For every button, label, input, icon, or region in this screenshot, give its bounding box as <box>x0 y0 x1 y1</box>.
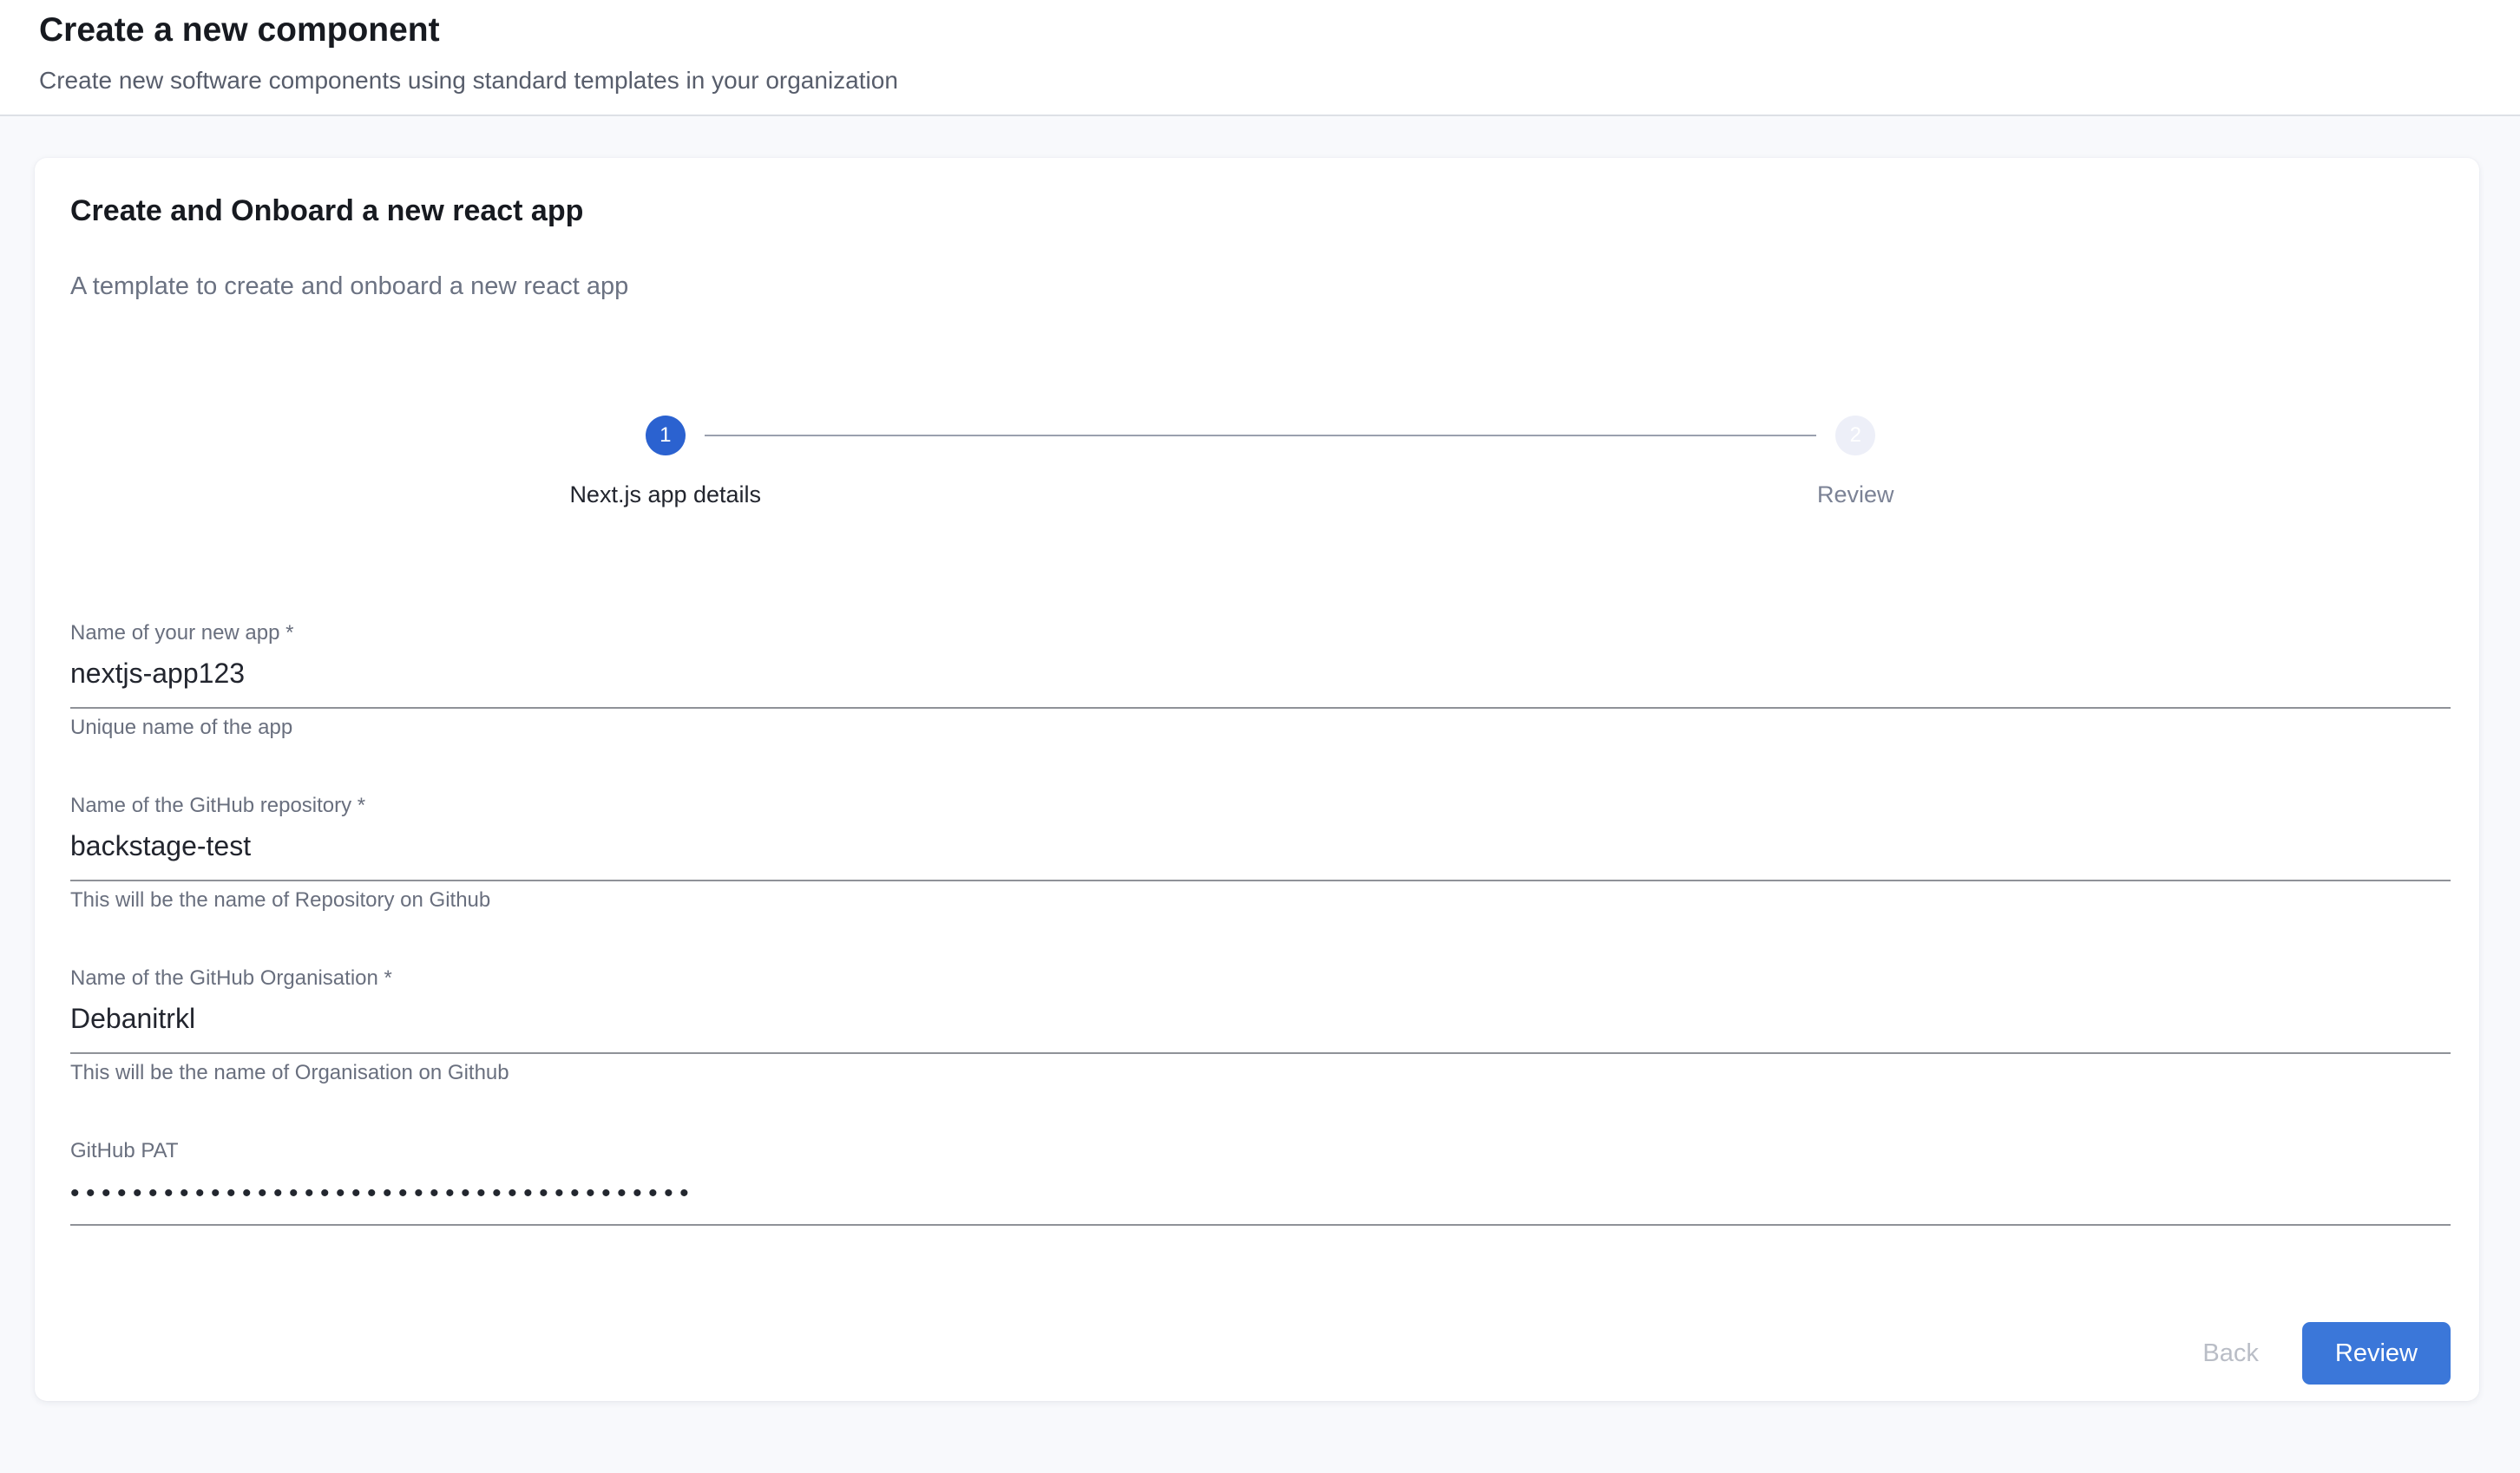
page-header: Create a new component Create new softwa… <box>0 0 2520 116</box>
step-1-indicator: 1 <box>646 416 686 455</box>
step-connector-line <box>705 435 1817 436</box>
card-title: Create and Onboard a new react app <box>70 158 2451 226</box>
template-wizard-card: Create and Onboard a new react app A tem… <box>35 158 2479 1401</box>
field-github-pat-label: GitHub PAT <box>70 1141 2451 1162</box>
step-1-label: Next.js app details <box>569 483 761 507</box>
wizard-stepper: 1 Next.js app details 2 Review <box>70 416 2451 507</box>
review-button[interactable]: Review <box>2302 1322 2451 1385</box>
step-2-indicator: 2 <box>1835 416 1875 455</box>
app-details-form: Name of your new app * Unique name of th… <box>70 623 2451 1226</box>
field-repo-name-helper: This will be the name of Repository on G… <box>70 890 2451 911</box>
github-pat-input[interactable] <box>70 1162 2451 1226</box>
page-title: Create a new component <box>39 0 2520 49</box>
step-2-label: Review <box>1817 483 1894 507</box>
app-name-input[interactable] <box>70 644 2451 709</box>
field-org-name-label: Name of the GitHub Organisation * <box>70 968 2451 989</box>
back-button[interactable]: Back <box>2202 1339 2258 1368</box>
field-app-name-helper: Unique name of the app <box>70 717 2451 738</box>
field-org-name: Name of the GitHub Organisation * This w… <box>70 968 2451 1083</box>
step-2: 2 Review <box>1261 416 2451 507</box>
field-app-name-label: Name of your new app * <box>70 623 2451 644</box>
step-1: 1 Next.js app details <box>70 416 1261 507</box>
page-subtitle: Create new software components using sta… <box>39 49 2520 93</box>
card-subtitle: A template to create and onboard a new r… <box>70 274 2451 299</box>
field-repo-name-label: Name of the GitHub repository * <box>70 795 2451 816</box>
field-app-name: Name of your new app * Unique name of th… <box>70 623 2451 738</box>
wizard-actions: Back Review <box>70 1322 2451 1385</box>
org-name-input[interactable] <box>70 989 2451 1054</box>
field-github-pat: GitHub PAT <box>70 1141 2451 1226</box>
field-org-name-helper: This will be the name of Organisation on… <box>70 1063 2451 1083</box>
repo-name-input[interactable] <box>70 816 2451 881</box>
page-body: Create and Onboard a new react app A tem… <box>0 116 2520 1401</box>
field-repo-name: Name of the GitHub repository * This wil… <box>70 795 2451 911</box>
